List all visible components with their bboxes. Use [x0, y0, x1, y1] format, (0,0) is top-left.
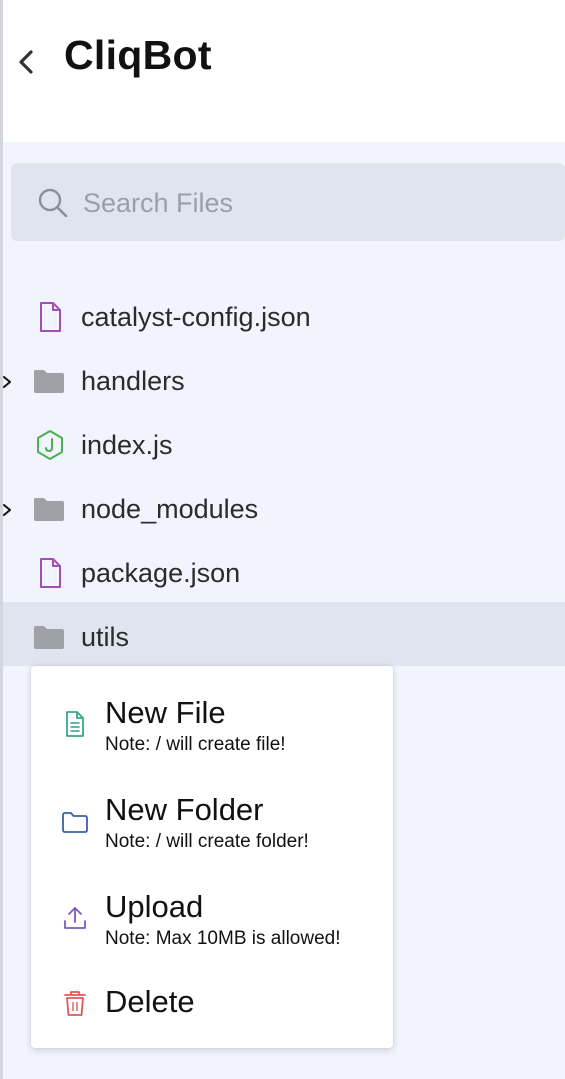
tree-item-node-modules[interactable]: node_modules	[3, 478, 565, 542]
new-file-icon	[66, 711, 84, 737]
json-file-icon	[40, 558, 61, 588]
trash-icon	[64, 991, 86, 1016]
new-file-menu-item[interactable]: New File Note: / will create file!	[31, 690, 393, 780]
search-input[interactable]	[81, 183, 545, 223]
menu-item-note: Note: Max 10MB is allowed!	[105, 928, 341, 949]
tree-item-package-json[interactable]: package.json	[3, 542, 565, 606]
chevron-left-icon	[19, 50, 33, 74]
search-icon	[38, 188, 68, 218]
menu-item-note: Note: / will create folder!	[105, 831, 309, 852]
tree-item-label: utils	[81, 622, 130, 652]
new-folder-menu-item[interactable]: New Folder Note: / will create folder!	[31, 787, 393, 877]
chevron-right-icon[interactable]	[1, 372, 13, 392]
menu-item-label: Upload	[105, 889, 204, 924]
folder-icon	[34, 498, 64, 521]
tree-item-utils[interactable]: utils	[3, 602, 565, 666]
tree-item-catalyst-config-json[interactable]: catalyst-config.json	[3, 286, 565, 350]
tree-item-handlers[interactable]: handlers	[3, 350, 565, 414]
tree-item-index-js[interactable]: index.js	[3, 414, 565, 478]
tree-item-label: catalyst-config.json	[81, 302, 311, 332]
chevron-right-icon[interactable]	[1, 500, 13, 520]
page-title: CliqBot	[64, 32, 212, 78]
menu-item-label: New Folder	[105, 792, 264, 827]
back-button[interactable]	[13, 44, 43, 80]
app-header: CliqBot	[3, 0, 565, 142]
nodejs-file-icon	[37, 430, 63, 460]
folder-icon	[34, 626, 64, 649]
tree-item-label: package.json	[81, 558, 241, 588]
tree-item-label: handlers	[81, 366, 185, 396]
upload-icon	[64, 907, 86, 929]
tree-item-label: index.js	[81, 430, 173, 460]
menu-item-label: New File	[105, 695, 226, 730]
context-menu: New File Note: / will create file! New F…	[31, 666, 393, 1048]
upload-menu-item[interactable]: Upload Note: Max 10MB is allowed!	[31, 884, 393, 974]
delete-menu-item[interactable]: Delete	[31, 978, 393, 1038]
tree-item-label: node_modules	[81, 494, 259, 524]
new-folder-icon	[62, 812, 88, 833]
menu-item-label: Delete	[105, 984, 195, 1019]
search-bar[interactable]	[11, 163, 565, 241]
menu-item-note: Note: / will create file!	[105, 734, 286, 755]
folder-icon	[34, 370, 64, 393]
json-file-icon	[40, 302, 61, 332]
